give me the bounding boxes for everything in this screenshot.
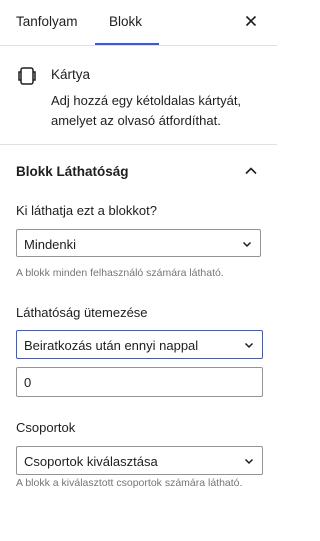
days-input[interactable] <box>16 367 263 397</box>
block-description: Adj hozzá egy kétoldalas kártyát, amelye… <box>51 93 242 128</box>
close-button[interactable] <box>241 11 261 31</box>
groups-label: Csoportok <box>16 420 76 435</box>
who-can-see-help: A blokk minden felhasználó számára látha… <box>16 267 224 279</box>
groups-select[interactable]: Csoportok kiválasztása <box>16 446 263 475</box>
flip-card-icon <box>18 67 36 85</box>
block-title: Kártya <box>51 67 91 82</box>
who-can-see-select[interactable]: Mindenki <box>16 229 261 257</box>
who-can-see-value: Mindenki <box>24 237 77 252</box>
chevron-down-icon <box>242 241 252 248</box>
groups-value: Csoportok kiválasztása <box>24 454 158 469</box>
chevron-down-icon <box>244 342 254 349</box>
schedule-select[interactable]: Beiratkozás után ennyi nappal <box>16 330 263 359</box>
chevron-up-icon <box>245 167 257 175</box>
tab-course[interactable]: Tanfolyam <box>16 14 78 29</box>
sidebar-tabs: Tanfolyam Blokk <box>0 0 277 46</box>
tab-block[interactable]: Blokk <box>109 14 142 29</box>
schedule-label: Láthatóság ütemezése <box>16 305 148 320</box>
visibility-panel-toggle[interactable]: Blokk Láthatóság <box>0 145 277 195</box>
active-tab-indicator <box>95 43 159 45</box>
close-icon <box>245 15 257 27</box>
groups-help: A blokk a kiválasztott csoportok számára… <box>16 477 243 489</box>
schedule-value: Beiratkozás után ennyi nappal <box>24 338 199 353</box>
visibility-panel-title: Blokk Láthatóság <box>16 164 129 179</box>
who-can-see-label: Ki láthatja ezt a blokkot? <box>16 203 157 218</box>
block-card-info: Kártya Adj hozzá egy kétoldalas kártyát,… <box>0 46 277 145</box>
chevron-down-icon <box>244 458 254 465</box>
